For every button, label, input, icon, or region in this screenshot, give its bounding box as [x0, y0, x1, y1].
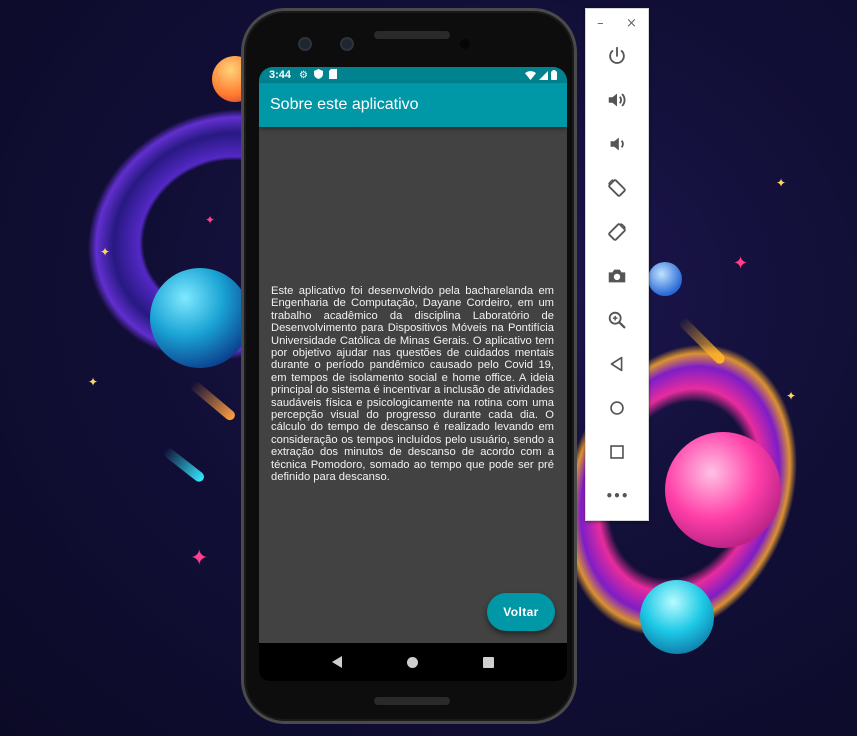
background-comet [162, 446, 206, 484]
star-icon: ✦ [88, 375, 99, 389]
background-comet [189, 379, 237, 423]
wifi-icon [525, 70, 536, 80]
signal-icon [539, 70, 548, 80]
status-indicators [525, 70, 557, 80]
star-icon: ✦ [733, 253, 749, 274]
star-icon: ✦ [776, 176, 787, 190]
navigation-bar [259, 643, 567, 681]
close-button[interactable]: × [626, 16, 637, 31]
background-planet-blue [150, 268, 250, 368]
back-icon[interactable] [331, 656, 342, 668]
shield-icon [314, 68, 323, 82]
speaker-grille [374, 697, 450, 705]
overview-icon[interactable] [605, 440, 629, 464]
about-text: Este aplicativo foi desenvolvido pela ba… [271, 285, 554, 484]
speaker-grille [374, 31, 450, 39]
gear-icon: ⚙ [299, 69, 308, 81]
back-button[interactable]: Voltar [487, 593, 555, 631]
star-icon: ✦ [100, 245, 111, 259]
background-planet-pink [665, 432, 781, 548]
sim-card-icon [329, 68, 337, 82]
app-bar: Sobre este aplicativo [259, 83, 567, 127]
minimize-button[interactable]: – [597, 16, 604, 31]
front-camera [298, 37, 312, 51]
star-icon: ✦ [205, 213, 216, 227]
volume-down-icon[interactable] [605, 132, 629, 156]
battery-icon [551, 70, 557, 80]
home-icon[interactable] [406, 656, 418, 668]
front-sensor [340, 37, 354, 51]
emulator-phone-frame: 3:44 ⚙ Sobre este aplicativo Este aplica… [241, 8, 577, 724]
more-icon[interactable]: ••• [605, 484, 629, 508]
back-icon[interactable] [605, 352, 629, 376]
status-bar: 3:44 ⚙ [259, 67, 567, 83]
rotate-right-icon[interactable] [605, 220, 629, 244]
home-icon[interactable] [605, 396, 629, 420]
power-icon[interactable] [605, 44, 629, 68]
emulator-window-controls: – × [586, 9, 648, 37]
page-title: Sobre este aplicativo [270, 96, 419, 113]
star-icon: ✦ [786, 389, 797, 403]
recent-apps-icon[interactable] [483, 656, 495, 668]
status-time: 3:44 [269, 69, 292, 81]
background-planet-small [648, 262, 682, 296]
proximity-sensor [460, 39, 470, 49]
rotate-left-icon[interactable] [605, 176, 629, 200]
emulator-toolbar: – × ••• [585, 8, 649, 521]
volume-up-icon[interactable] [605, 88, 629, 112]
background-planet-cyan [640, 580, 714, 654]
star-icon: ✦ [190, 546, 209, 571]
zoom-icon[interactable] [605, 308, 629, 332]
camera-icon[interactable] [605, 264, 629, 288]
phone-screen: 3:44 ⚙ Sobre este aplicativo Este aplica… [259, 67, 567, 681]
